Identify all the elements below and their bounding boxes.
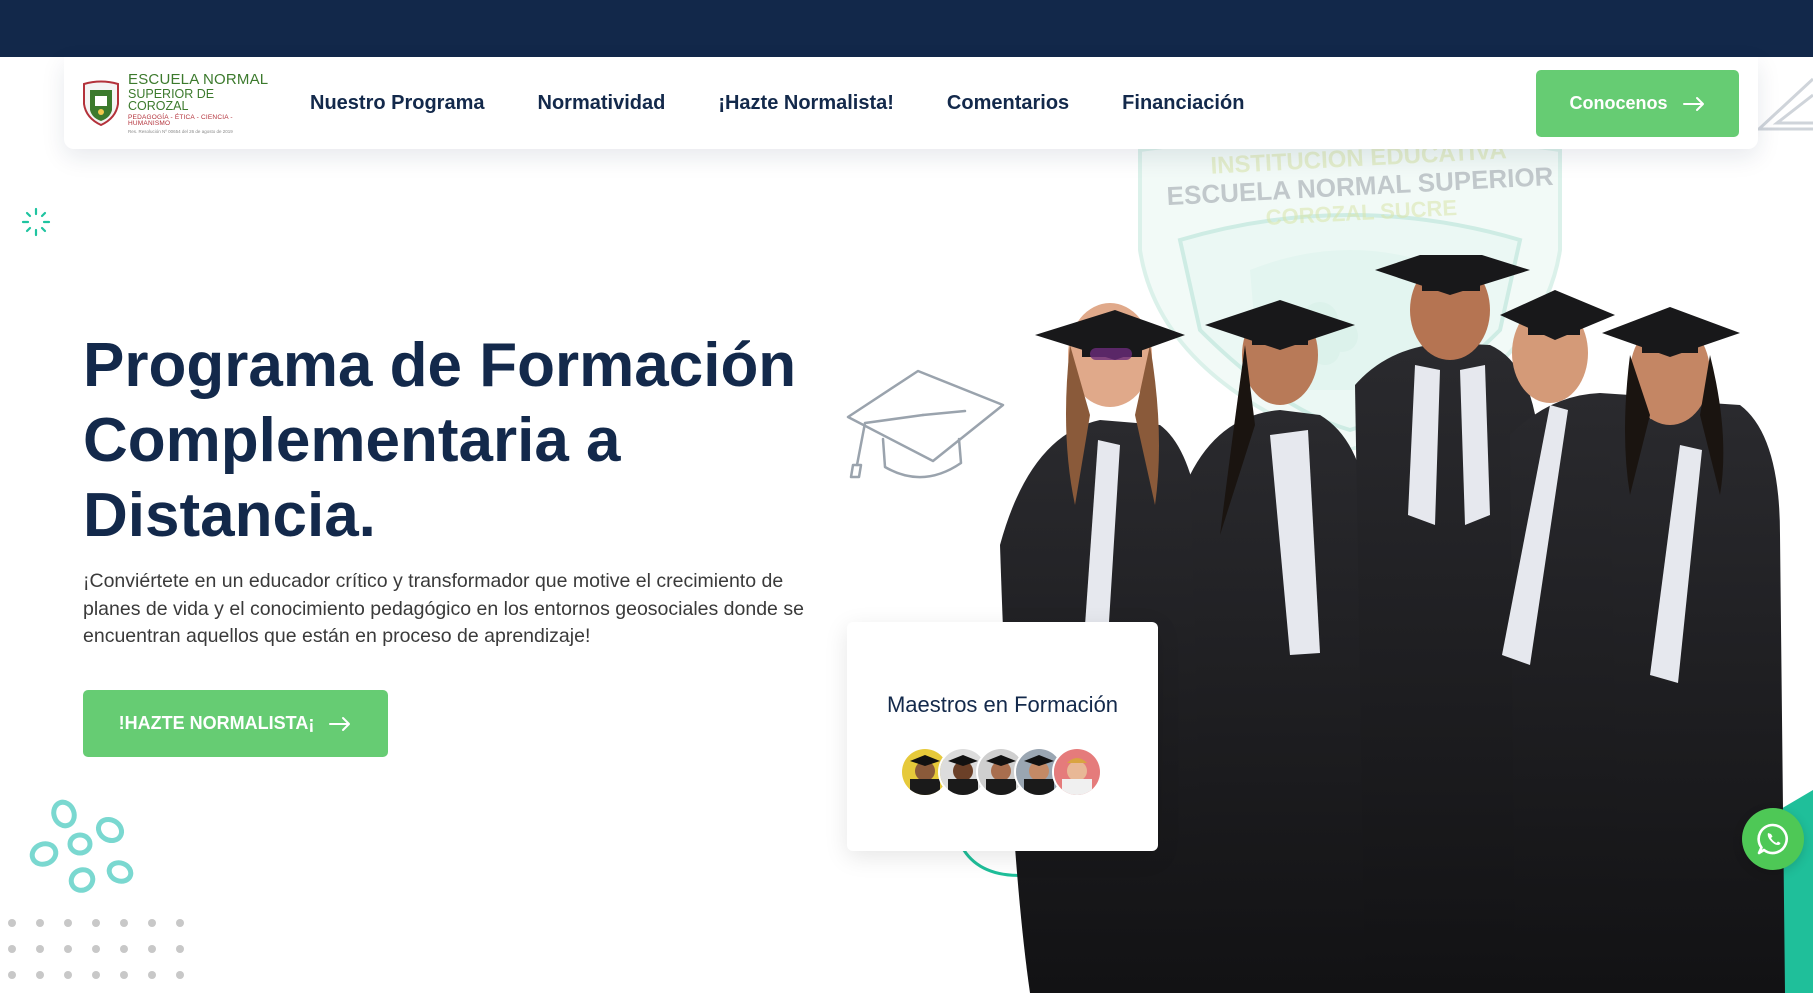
top-bar	[0, 0, 1813, 57]
whatsapp-button[interactable]	[1742, 808, 1804, 870]
maestros-badge-card: Maestros en Formación	[847, 622, 1158, 851]
graduation-cap-icon	[846, 369, 1005, 479]
avatar-group	[900, 747, 1102, 799]
decorative-triangle	[1755, 77, 1813, 131]
avatar	[1052, 747, 1102, 797]
decorative-rings	[29, 799, 134, 893]
nav-item-nuestro-programa[interactable]: Nuestro Programa	[310, 92, 485, 115]
hero-description: ¡Conviértete en un educador crítico y tr…	[83, 568, 883, 651]
nav-item-normatividad[interactable]: Normatividad	[538, 92, 666, 115]
hero-text-line2: planes de vida y el conocimiento pedagóg…	[83, 597, 804, 620]
hazte-normalista-button[interactable]: !HAZTE NORMALISTA¡	[83, 690, 388, 757]
decorative-sparkle-icon	[21, 207, 51, 237]
hero-text-line3: encuentran aquellos que están en proceso…	[83, 625, 591, 647]
school-logo[interactable]: ESCUELA NORMAL SUPERIOR DE COROZAL PEDAG…	[82, 72, 272, 133]
arrow-right-icon	[1682, 96, 1704, 111]
arrow-right-icon	[329, 716, 351, 731]
conocenos-button[interactable]: Conocenos	[1536, 70, 1739, 137]
conocenos-button-label: Conocenos	[1569, 93, 1668, 113]
hero-title: Programa de Formación Complementaria a D…	[83, 328, 843, 553]
logo-subtitle: SUPERIOR DE COROZAL	[128, 86, 215, 114]
hero-title-line3: Distancia.	[83, 481, 376, 550]
hero-title-line1: Programa de Formación	[83, 331, 797, 400]
nav-item-comentarios[interactable]: Comentarios	[947, 92, 1069, 115]
hazte-normalista-button-label: !HAZTE NORMALISTA¡	[118, 713, 315, 733]
whatsapp-icon	[1757, 823, 1788, 855]
hero-text-line1: ¡Conviértete en un educador crítico y tr…	[83, 570, 784, 592]
hero-title-line2: Complementaria a	[83, 406, 621, 475]
logo-title: ESCUELA NORMAL	[128, 70, 269, 88]
decorative-dots	[8, 919, 184, 979]
logo-motto: PEDAGOGÍA - ÉTICA - CIENCIA - HUMANISMO	[128, 113, 233, 128]
logo-resolution: Res. Resolución Nº 00654 del 26 de agost…	[128, 128, 233, 134]
main-navbar: ESCUELA NORMAL SUPERIOR DE COROZAL PEDAG…	[64, 57, 1758, 149]
nav-item-hazte-normalista[interactable]: ¡Hazte Normalista!	[718, 92, 894, 115]
nav-item-financiacion[interactable]: Financiación	[1122, 92, 1244, 115]
badge-title: Maestros en Formación	[886, 692, 1119, 717]
school-shield-icon	[83, 80, 119, 126]
nav-menu: Nuestro Programa Normatividad ¡Hazte Nor…	[310, 57, 1297, 149]
